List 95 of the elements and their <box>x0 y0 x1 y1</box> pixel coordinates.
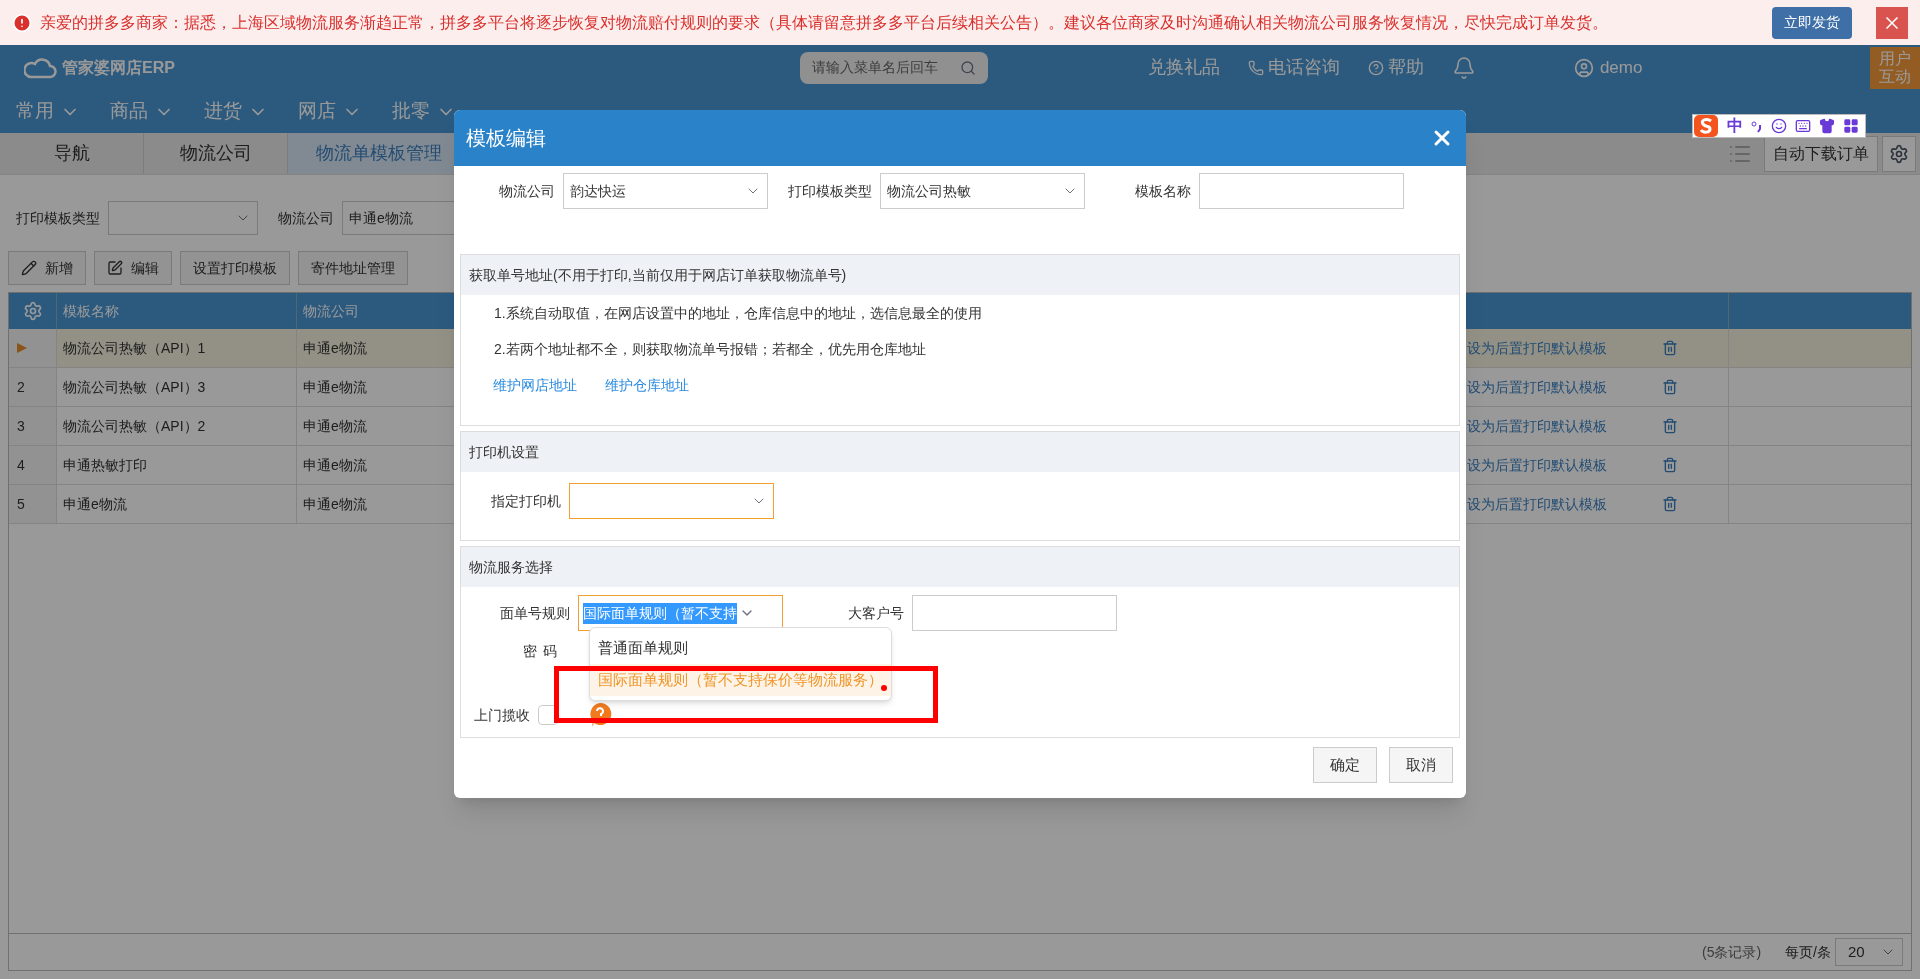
ship-now-button[interactable]: 立即发货 <box>1772 6 1852 39</box>
page-tab[interactable]: 导航 <box>0 133 144 174</box>
settings-icon <box>1889 143 1909 164</box>
settings-button[interactable] <box>1882 135 1916 172</box>
close-button[interactable] <box>1876 6 1908 39</box>
keyboard-icon <box>1795 118 1811 134</box>
filter-label: 打印模板类型 <box>16 208 100 228</box>
maintain-address-link[interactable]: 维护仓库地址 <box>605 374 689 396</box>
search-field[interactable]: 请输入菜单名后回车 <box>799 51 988 84</box>
field-label: 面单号规则 <box>500 603 570 623</box>
help-icon <box>1367 59 1384 76</box>
trash-icon[interactable] <box>1662 457 1678 473</box>
record-count: (5条记录) <box>1702 942 1762 962</box>
cloud-logo-icon <box>24 56 58 79</box>
field-label: 模板名称 <box>1135 181 1191 201</box>
field-label: 密码 <box>523 641 563 661</box>
input-field[interactable] <box>912 595 1117 631</box>
settings-icon[interactable] <box>22 301 43 321</box>
maintain-address-link[interactable]: 维护网店地址 <box>493 374 577 396</box>
filter-label: 物流公司 <box>278 208 334 228</box>
dropdown-option[interactable]: 普通面单规则 <box>590 632 891 664</box>
bell-icon[interactable] <box>1451 55 1476 80</box>
trash-icon[interactable] <box>1662 418 1678 434</box>
ime-mode-text: 中 <box>1727 116 1743 136</box>
row-number: 4 <box>17 455 25 475</box>
logo-text: 管家婆网店ERP <box>62 57 175 78</box>
grid-icon <box>1843 118 1859 134</box>
nav-menu-item[interactable]: 商品 <box>110 97 174 126</box>
nav-menu-item[interactable]: 批零 <box>392 97 456 126</box>
row-number: 5 <box>17 494 25 514</box>
set-default-link[interactable]: 设为后置打印默认模板 <box>1467 376 1607 398</box>
field-label: 指定打印机 <box>491 491 561 511</box>
user-icon <box>1573 57 1594 78</box>
smiley-icon <box>1771 118 1787 134</box>
header-link[interactable]: 电话咨询 <box>1247 54 1340 81</box>
dropdown-field[interactable]: 韵达快运 <box>563 173 768 209</box>
field-label: 物流公司 <box>499 181 555 201</box>
section-title: 物流服务选择 <box>469 557 553 577</box>
search-icon <box>959 59 976 76</box>
help-bubble-icon <box>588 702 612 728</box>
auto-download-button[interactable]: 自动下载订单 <box>1764 135 1878 172</box>
trash-icon[interactable] <box>1662 496 1678 512</box>
column-header: 物流公司 <box>303 301 359 321</box>
header-link[interactable]: 兑换礼品 <box>1147 54 1220 81</box>
table-cell-text: 申通热敏打印 <box>63 455 147 475</box>
field-label: 打印模板类型 <box>788 181 872 201</box>
set-default-link[interactable]: 设为后置打印默认模板 <box>1467 454 1607 476</box>
table-cell-text: 申通e物流 <box>303 416 367 436</box>
pencil-icon <box>21 260 37 276</box>
user-interaction-button[interactable]: 用户互动 <box>1870 47 1920 89</box>
section-title: 获取单号地址(不用于打印,当前仅用于网店订单获取物流单号) <box>469 265 847 285</box>
punctuation-icon <box>1751 119 1763 133</box>
trash-icon[interactable] <box>1662 340 1678 356</box>
phone-icon <box>1247 59 1264 76</box>
field-label: 上门揽收 <box>474 705 530 725</box>
nav-menu-item[interactable]: 网店 <box>298 97 362 126</box>
table-cell-text: 物流公司热敏（API）1 <box>63 338 206 358</box>
header-link[interactable]: 帮助 <box>1367 54 1424 81</box>
toolbar-button[interactable]: 设置打印模板 <box>180 251 290 285</box>
row-number: 2 <box>17 377 25 397</box>
note-text: 1.系统自动取值，在网店设置中的地址，仓库信息中的地址，选信息最全的使用 <box>494 303 982 323</box>
printer-select[interactable] <box>569 483 774 519</box>
note-text: 2.若两个地址都不全，则获取物流单号报错；若都全，优先用仓库地址 <box>494 339 926 359</box>
table-cell-text: 物流公司热敏（API）3 <box>63 377 206 397</box>
row-number: 3 <box>17 416 25 436</box>
dropdown-field[interactable]: 物流公司热敏 <box>880 173 1085 209</box>
input-field[interactable] <box>1199 173 1404 209</box>
set-default-link[interactable]: 设为后置打印默认模板 <box>1467 415 1607 437</box>
user-menu[interactable]: demo <box>1573 54 1643 81</box>
toolbar-button[interactable]: 寄件地址管理 <box>298 251 408 285</box>
field-label: 大客户号 <box>848 603 904 623</box>
section-title: 打印机设置 <box>469 442 539 462</box>
alert-icon <box>12 12 32 33</box>
per-page-label: 每页/条 <box>1785 942 1831 962</box>
nav-menu-item[interactable]: 常用 <box>16 97 80 126</box>
table-cell-text: 物流公司热敏（API）2 <box>63 416 206 436</box>
table-cell-text: 申通e物流 <box>63 494 127 514</box>
dialog-button[interactable]: 取消 <box>1389 747 1453 783</box>
column-header: 模板名称 <box>63 301 119 321</box>
table-cell-text: 申通e物流 <box>303 377 367 397</box>
trash-icon[interactable] <box>1662 379 1678 395</box>
per-page-select[interactable]: 20 <box>1835 938 1903 966</box>
table-cell-text: 申通e物流 <box>303 338 367 358</box>
set-default-link[interactable]: 设为后置打印默认模板 <box>1467 493 1607 515</box>
table-cell-text: 申通e物流 <box>303 494 367 514</box>
current-row-icon <box>17 343 27 353</box>
shirt-icon <box>1819 118 1835 134</box>
edit-icon <box>107 260 123 276</box>
dialog-button[interactable]: 确定 <box>1313 747 1377 783</box>
set-default-link[interactable]: 设为后置打印默认模板 <box>1467 337 1607 359</box>
table-cell-text: 申通e物流 <box>303 455 367 475</box>
notice-text: 亲爱的拼多多商家：据悉，上海区域物流服务渐趋正常，拼多多平台将逐步恢复对物流赔付规则的要求（具体请留意拼多多平台后续相关公告）。建议各位商家及时沟通确认相关物流公司服务恢复情况，尽快完成订单发货。 <box>40 12 1609 33</box>
toolbar-button[interactable]: 编辑 <box>94 251 172 285</box>
nav-menu-item[interactable]: 进货 <box>204 97 268 126</box>
toolbar-button[interactable]: 新增 <box>8 251 86 285</box>
